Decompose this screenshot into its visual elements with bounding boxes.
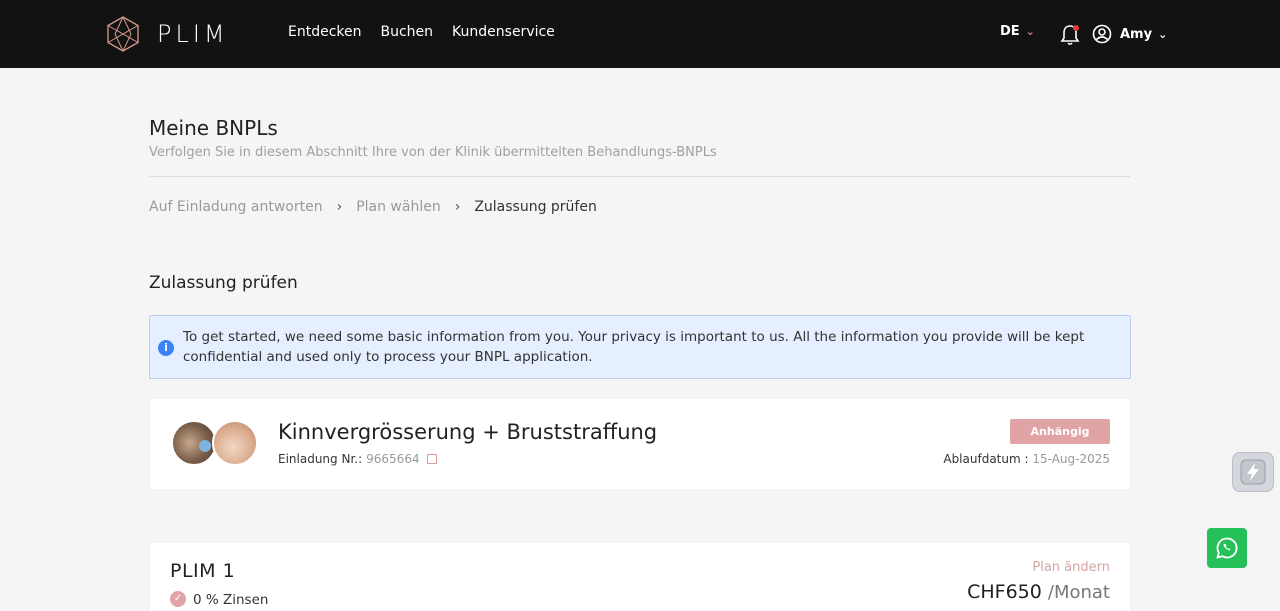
info-icon: i xyxy=(158,340,174,356)
plan-name: PLIM 1 xyxy=(170,560,236,582)
check-icon: ✓ xyxy=(170,591,186,607)
user-name: Amy xyxy=(1120,26,1153,42)
language-label: DE xyxy=(1000,24,1020,39)
expiry-value: 15-Aug-2025 xyxy=(1032,452,1110,466)
brand-wordmark: PLIM xyxy=(157,20,229,48)
plim-logo-icon xyxy=(107,16,139,52)
user-avatar-icon xyxy=(1092,24,1112,44)
info-message: To get started, we need some basic infor… xyxy=(183,329,1085,365)
plan-price-value: CHF650 xyxy=(967,581,1042,603)
chevron-right-icon: › xyxy=(336,199,343,215)
notification-dot xyxy=(1073,25,1079,31)
page-subtitle: Verfolgen Sie in diesem Abschnitt Ihre v… xyxy=(149,145,717,160)
user-menu[interactable]: Amy ⌄ xyxy=(1092,24,1167,44)
notification-bell-icon[interactable] xyxy=(1060,24,1080,46)
change-plan-link[interactable]: Plan ändern xyxy=(1032,560,1110,575)
status-badge: Anhängig xyxy=(1010,419,1110,444)
info-alert: i To get started, we need some basic inf… xyxy=(149,315,1131,379)
whatsapp-icon xyxy=(1216,537,1238,559)
whatsapp-button[interactable] xyxy=(1207,528,1247,568)
invitation-number: Einladung Nr.: 9665664 xyxy=(278,452,437,466)
plan-price: CHF650 /Monat xyxy=(967,581,1110,603)
treatment-card: Kinnvergrösserung + Bruststraffung Einla… xyxy=(150,399,1130,489)
breadcrumb-step-respond[interactable]: Auf Einladung antworten xyxy=(149,199,323,215)
nav-buchen[interactable]: Buchen xyxy=(381,24,434,40)
invitation-label: Einladung Nr.: xyxy=(278,452,363,466)
plan-feature: 0 % Zinsen xyxy=(193,592,269,608)
nav-entdecken[interactable]: Entdecken xyxy=(288,24,362,40)
brand-logo[interactable]: PLIM xyxy=(105,16,229,52)
header-divider xyxy=(149,176,1130,177)
floating-tool-button[interactable] xyxy=(1232,452,1274,492)
page-title: Meine BNPLs xyxy=(149,116,278,140)
plan-price-period: /Monat xyxy=(1047,582,1110,603)
breadcrumb: Auf Einladung antworten › Plan wählen › … xyxy=(149,199,597,215)
plan-card: PLIM 1 ✓ 0 % Zinsen Plan ändern CHF650 /… xyxy=(150,543,1130,611)
treatment-title: Kinnvergrösserung + Bruststraffung xyxy=(278,420,658,444)
nav-kundenservice[interactable]: Kundenservice xyxy=(452,24,555,40)
language-selector[interactable]: DE ⌄ xyxy=(1000,24,1035,39)
main-nav: Entdecken Buchen Kundenservice xyxy=(288,24,574,40)
top-navigation-bar: PLIM Entdecken Buchen Kundenservice DE ⌄… xyxy=(0,0,1280,68)
breadcrumb-step-check: Zulassung prüfen xyxy=(474,199,597,215)
lightning-icon xyxy=(1240,459,1266,485)
invitation-value: 9665664 xyxy=(366,452,420,466)
treatment-image-breast xyxy=(212,420,258,466)
section-title: Zulassung prüfen xyxy=(149,273,298,293)
copy-icon[interactable] xyxy=(426,454,437,464)
treatment-image-chin xyxy=(171,420,217,466)
expiry-date: Ablaufdatum : 15-Aug-2025 xyxy=(943,452,1110,466)
expiry-label: Ablaufdatum : xyxy=(943,452,1029,466)
chevron-right-icon: › xyxy=(454,199,461,215)
chevron-down-icon: ⌄ xyxy=(1158,27,1168,41)
chevron-down-icon: ⌄ xyxy=(1025,25,1035,38)
breadcrumb-step-plan[interactable]: Plan wählen xyxy=(356,199,441,215)
